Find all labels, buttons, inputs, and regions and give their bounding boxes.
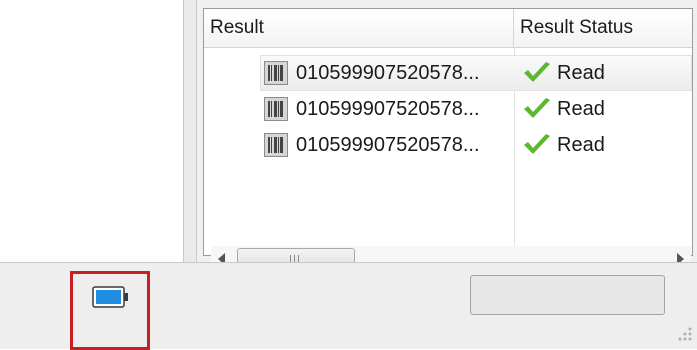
results-panel: Result Result Status 010599907520578... …: [197, 0, 697, 262]
result-row[interactable]: 010599907520578... Read: [204, 91, 692, 127]
checkmark-icon: [522, 97, 552, 126]
battery-icon[interactable]: [92, 285, 130, 314]
checkmark-icon: [522, 61, 552, 90]
list-header: Result Result Status: [204, 9, 692, 48]
panel-splitter[interactable]: [183, 0, 197, 262]
barcode-icon: [264, 133, 288, 157]
column-header-result-status[interactable]: Result Status: [514, 9, 692, 47]
status-value: Read: [557, 134, 605, 156]
left-panel: [0, 0, 183, 262]
result-value: 010599907520578...: [296, 98, 480, 120]
status-value: Read: [557, 62, 605, 84]
result-value: 010599907520578...: [296, 62, 480, 84]
status-value: Read: [557, 98, 605, 120]
highlight-frame: [70, 271, 150, 350]
barcode-icon: [264, 61, 288, 85]
result-row[interactable]: 010599907520578... Read: [204, 55, 692, 91]
column-header-result[interactable]: Result: [204, 9, 514, 47]
results-listview[interactable]: Result Result Status 010599907520578... …: [203, 8, 693, 256]
status-panel-box: [470, 275, 665, 315]
barcode-icon: [264, 97, 288, 121]
result-row[interactable]: 010599907520578... Read: [204, 127, 692, 163]
checkmark-icon: [522, 133, 552, 162]
size-grip-icon[interactable]: [672, 321, 694, 343]
status-bar: [0, 262, 697, 350]
result-value: 010599907520578...: [296, 134, 480, 156]
